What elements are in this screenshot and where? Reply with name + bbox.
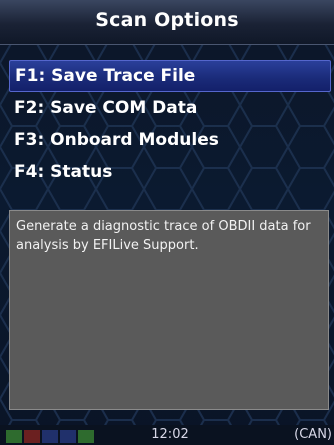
menu-item-label: F2: Save COM Data [14, 98, 198, 118]
clock-time: 12:02 [151, 427, 189, 442]
protocol-indicator: (CAN) [294, 427, 332, 442]
menu-item-save-com-data[interactable]: F2: Save COM Data [9, 92, 331, 124]
status-bar: 12:02 (CAN) [0, 425, 334, 445]
status-led-icon [78, 430, 94, 443]
description-text: Generate a diagnostic trace of OBDII dat… [16, 219, 311, 253]
menu-item-label: F3: Onboard Modules [14, 130, 219, 150]
status-led-icon [6, 430, 22, 443]
menu-item-label: F4: Status [14, 162, 113, 182]
menu-item-status[interactable]: F4: Status [9, 156, 331, 188]
page-title: Scan Options [95, 9, 239, 31]
title-bar: Scan Options [0, 0, 334, 45]
status-indicators [6, 430, 96, 443]
scan-options-menu: F1: Save Trace File F2: Save COM Data F3… [9, 60, 331, 188]
description-panel: Generate a diagnostic trace of OBDII dat… [9, 210, 329, 410]
status-led-icon [42, 430, 58, 443]
status-led-icon [24, 430, 40, 443]
menu-item-label: F1: Save Trace File [15, 66, 196, 86]
menu-item-save-trace-file[interactable]: F1: Save Trace File [9, 60, 331, 92]
menu-item-onboard-modules[interactable]: F3: Onboard Modules [9, 124, 331, 156]
scan-options-screen: Scan Options F1: Save Trace File F2: Sav… [0, 0, 334, 445]
status-led-icon [60, 430, 76, 443]
